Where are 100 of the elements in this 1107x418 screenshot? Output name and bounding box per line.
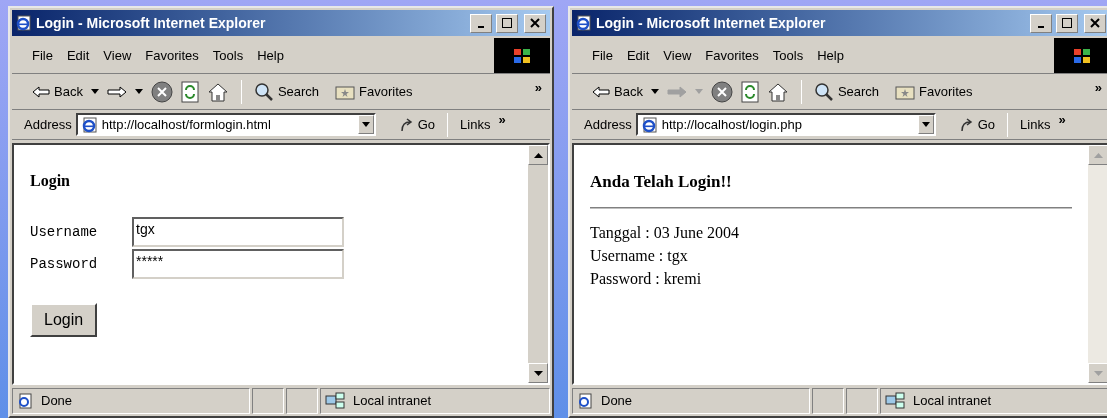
minimize-icon [478, 26, 484, 28]
menu-item[interactable]: Favorites [705, 45, 759, 66]
window-title: Login - Microsoft Internet Explorer [36, 13, 267, 33]
menu-item[interactable]: Tools [212, 45, 244, 66]
close-button[interactable] [524, 13, 546, 33]
caret-icon [921, 122, 930, 127]
more-chevron[interactable]: » [1094, 78, 1102, 98]
stop-icon[interactable] [150, 80, 173, 103]
address-label: Address [24, 115, 72, 134]
more-chevron[interactable]: » [1058, 110, 1066, 130]
page-heading: Login [30, 171, 71, 192]
address-field[interactable]: http://localhost/formlogin.html [75, 113, 376, 136]
field-label: Password [30, 254, 99, 274]
stop-icon[interactable] [710, 80, 733, 103]
result-line: Password : kremi [590, 268, 703, 289]
caret-icon [361, 122, 370, 127]
login-button[interactable]: Login [30, 303, 98, 337]
go-button[interactable]: Go [399, 114, 436, 135]
menu-item[interactable]: Help [817, 45, 844, 66]
back-arrow-icon [32, 85, 50, 98]
page-icon [17, 393, 33, 409]
menu-item[interactable]: Help [257, 45, 284, 66]
status-panel [286, 388, 318, 414]
star-folder-icon [895, 83, 916, 100]
menu-item[interactable]: Edit [626, 45, 650, 66]
forward-button[interactable] [106, 85, 127, 98]
favorites-button[interactable]: Favorites [895, 81, 973, 102]
forward-arrow-icon [666, 85, 687, 98]
windows-logo-icon [494, 38, 550, 73]
zone-text: Local intranet [913, 392, 992, 411]
close-button[interactable] [1084, 13, 1106, 33]
dropdown-button[interactable] [357, 115, 374, 134]
more-chevron[interactable]: » [498, 110, 506, 130]
ie-logo-icon [16, 15, 32, 31]
caret-icon[interactable] [650, 89, 659, 94]
close-icon [530, 18, 540, 28]
scroll-down-button[interactable] [528, 363, 548, 383]
network-icon [885, 392, 905, 410]
status-panel [812, 388, 844, 414]
favorites-button[interactable]: Favorites [335, 81, 413, 102]
page-heading: Anda Telah Login!! [590, 171, 733, 193]
home-icon[interactable] [766, 81, 789, 102]
refresh-icon[interactable] [180, 80, 199, 103]
go-button[interactable]: Go [959, 114, 996, 135]
minimize-button[interactable] [470, 13, 492, 33]
windows-logo-icon [1054, 38, 1107, 73]
search-icon [813, 81, 834, 102]
minimize-button[interactable] [1030, 13, 1052, 33]
menu-item[interactable]: View [103, 45, 132, 66]
page-icon [577, 393, 593, 409]
scroll-up-button[interactable] [528, 145, 548, 165]
links-label[interactable]: Links [460, 114, 491, 135]
close-icon [1090, 18, 1100, 28]
maximize-button[interactable] [1056, 13, 1078, 33]
caret-icon[interactable] [134, 89, 143, 94]
go-arrow-icon [959, 117, 974, 132]
field-label: Username [30, 222, 99, 242]
zone-text: Local intranet [353, 392, 432, 411]
down-arrow-icon [533, 370, 543, 376]
up-arrow-icon [533, 152, 543, 158]
menu-item[interactable]: View [663, 45, 692, 66]
refresh-icon[interactable] [740, 80, 759, 103]
home-icon[interactable] [206, 81, 229, 102]
input-field[interactable]: ***** [132, 249, 344, 279]
menu-item[interactable]: File [592, 45, 613, 66]
menu-item[interactable]: Favorites [145, 45, 199, 66]
minimize-icon [1038, 26, 1044, 28]
status-panel [846, 388, 878, 414]
ie-logo-icon [641, 116, 658, 133]
search-icon [253, 81, 274, 102]
address-field[interactable]: http://localhost/login.php [635, 113, 936, 136]
down-arrow-icon [1093, 370, 1103, 376]
ie-logo-icon [576, 15, 592, 31]
caret-icon[interactable] [90, 89, 99, 94]
ie-logo-icon [81, 116, 98, 133]
back-arrow-icon [592, 85, 610, 98]
back-button[interactable]: Back [592, 81, 643, 102]
network-icon [325, 392, 345, 410]
status-panel [252, 388, 284, 414]
status-text: Done [41, 392, 73, 411]
dropdown-button[interactable] [917, 115, 934, 134]
scrollbar[interactable] [528, 145, 548, 383]
input-field[interactable]: tgx [132, 217, 344, 247]
menu-item[interactable]: Tools [772, 45, 804, 66]
star-folder-icon [335, 83, 356, 100]
address-label: Address [584, 115, 632, 134]
result-line: Username : tgx [590, 245, 689, 267]
back-button[interactable]: Back [32, 81, 83, 102]
menu-item[interactable]: Edit [66, 45, 90, 66]
maximize-icon [502, 18, 512, 28]
links-label[interactable]: Links [1020, 114, 1051, 135]
forward-arrow-icon [106, 85, 127, 98]
go-arrow-icon [399, 117, 414, 132]
result-line: Tanggal : 03 June 2004 [590, 222, 741, 244]
menu-item[interactable]: File [32, 45, 53, 66]
search-button[interactable]: Search [813, 81, 880, 102]
more-chevron[interactable]: » [534, 78, 542, 98]
search-button[interactable]: Search [253, 81, 320, 102]
up-arrow-icon [1093, 152, 1103, 158]
maximize-button[interactable] [496, 13, 518, 33]
